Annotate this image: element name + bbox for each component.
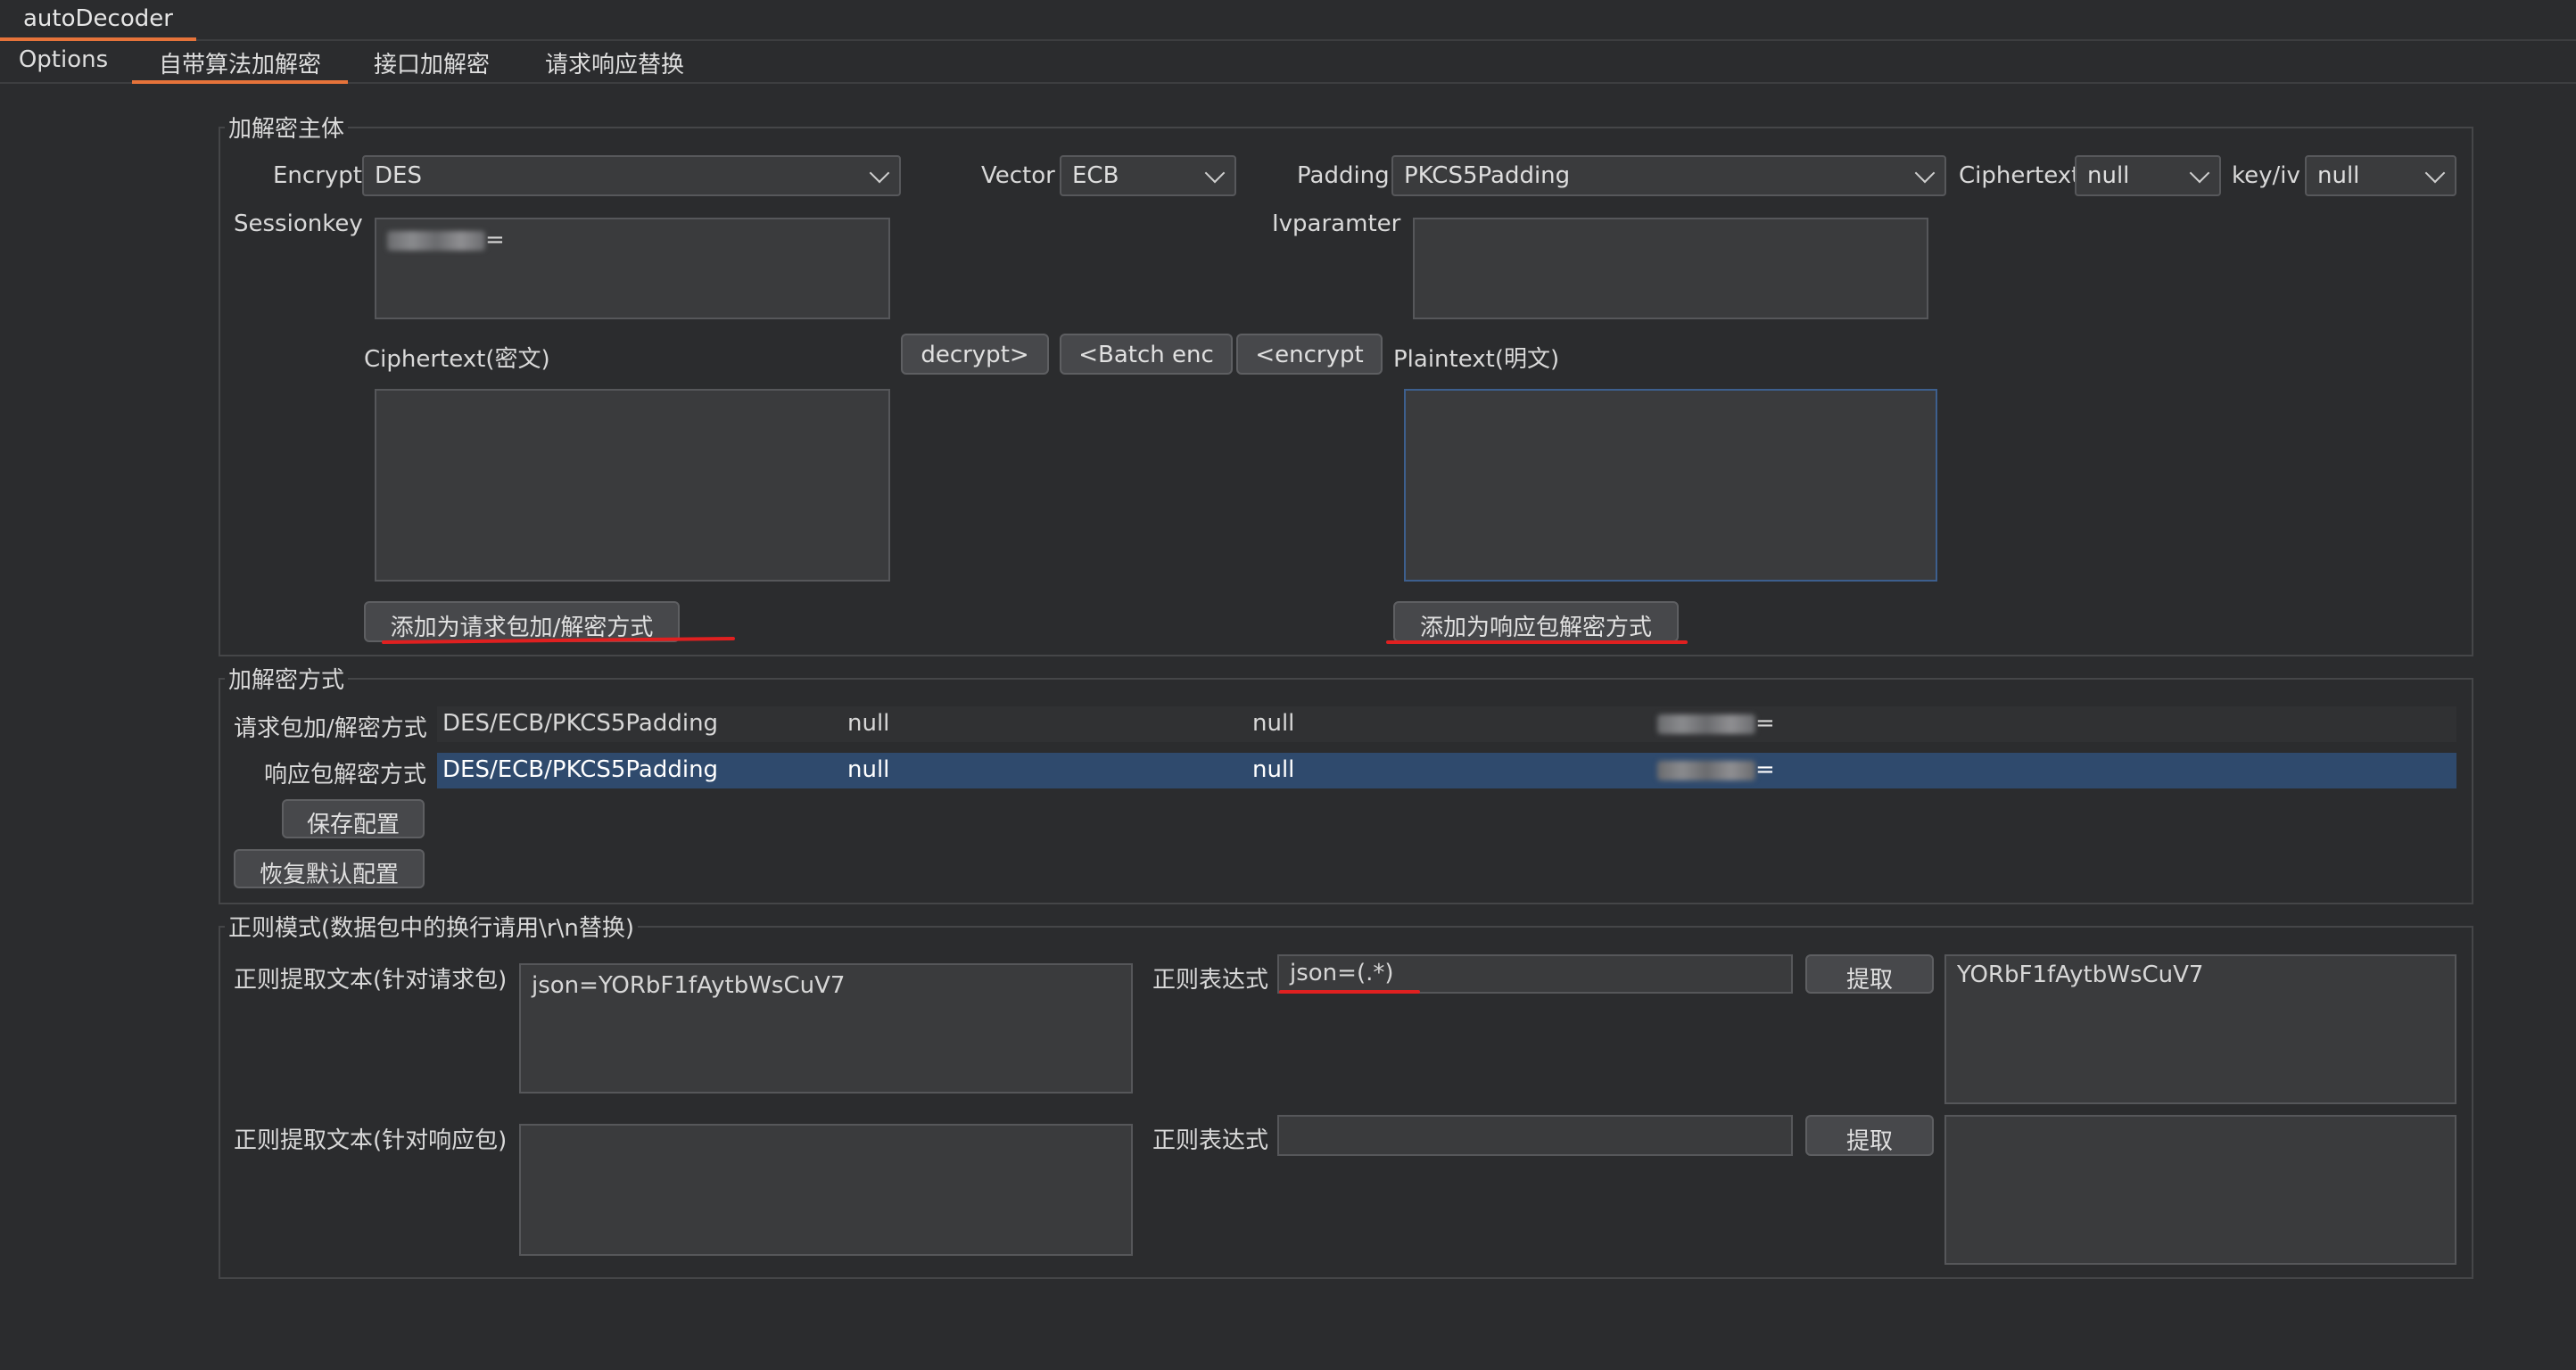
key-cell: = <box>1652 753 2050 788</box>
vector-label: Vector <box>981 162 1055 189</box>
algo-cell: DES/ECB/PKCS5Padding <box>442 710 719 737</box>
chevron-down-icon <box>869 162 890 184</box>
regex-request-expr-label: 正则表达式 <box>1152 967 1269 994</box>
restore-default-button[interactable]: 恢复默认配置 <box>234 849 425 888</box>
regex-request-extract-button[interactable]: 提取 <box>1805 954 1934 994</box>
response-method-label: 响应包解密方式 <box>264 762 427 788</box>
regex-response-text[interactable] <box>519 1124 1133 1256</box>
regex-response-result[interactable] <box>1944 1115 2456 1265</box>
save-config-button[interactable]: 保存配置 <box>282 799 425 838</box>
algo-cell: DES/ECB/PKCS5Padding <box>442 756 719 783</box>
ciphertext-format-value: null <box>2087 162 2130 189</box>
table-row-request[interactable]: DES/ECB/PKCS5Padding null null = <box>437 706 2456 742</box>
chevron-down-icon <box>2189 162 2210 184</box>
padding-select-value: PKCS5Padding <box>1404 162 1571 189</box>
crypto-body-legend: 加解密主体 <box>225 111 349 144</box>
redacted-key <box>1657 714 1755 734</box>
tab-builtin-crypto[interactable]: 自带算法加解密 <box>132 41 348 84</box>
regex-response-expr-label: 正则表达式 <box>1152 1127 1269 1154</box>
key-suffix: = <box>1755 756 1775 783</box>
key-suffix: = <box>1755 710 1775 737</box>
ivparam-input[interactable] <box>1413 218 1928 319</box>
padding-select[interactable]: PKCS5Padding <box>1391 155 1946 196</box>
ciphertext-textarea[interactable] <box>375 389 890 582</box>
chevron-down-icon <box>2424 162 2446 184</box>
param-cell: null <box>847 710 890 737</box>
padding-label: Padding <box>1297 162 1390 189</box>
regex-request-result[interactable]: YORbF1fAytbWsCuV7 <box>1944 954 2456 1104</box>
param-cell: null <box>1252 710 1295 737</box>
regex-request-text[interactable]: json=YORbF1fAytbWsCuV7 <box>519 963 1133 1094</box>
top-tab-bar <box>0 0 2576 41</box>
sessionkey-label: Sessionkey <box>234 210 363 237</box>
batch-enc-button[interactable]: <Batch enc <box>1060 334 1233 375</box>
methods-legend: 加解密方式 <box>225 662 349 695</box>
regex-response-label: 正则提取文本(针对响应包) <box>234 1127 508 1154</box>
annotation-underline <box>1386 640 1688 644</box>
tab-req-resp-replace[interactable]: 请求响应替换 <box>532 41 698 84</box>
tab-options[interactable]: Options <box>0 41 127 84</box>
table-row-response[interactable]: DES/ECB/PKCS5Padding null null = <box>437 753 2456 788</box>
key-cell: = <box>1652 706 2050 742</box>
regex-response-extract-button[interactable]: 提取 <box>1805 1115 1934 1156</box>
ciphertext-format-label: Ciphertext <box>1959 162 2081 189</box>
keyiv-select[interactable]: null <box>2305 155 2456 196</box>
vector-select-value: ECB <box>1072 162 1119 189</box>
tab-autodecoder[interactable]: autoDecoder <box>0 0 196 41</box>
request-method-label: 请求包加/解密方式 <box>234 715 427 742</box>
sessionkey-input[interactable]: = <box>375 218 890 319</box>
decrypt-button[interactable]: decrypt> <box>901 334 1049 375</box>
add-response-method-button[interactable]: 添加为响应包解密方式 <box>1393 601 1679 642</box>
param-cell: null <box>1252 756 1295 783</box>
redacted-key <box>1657 760 1755 780</box>
tab-api-crypto[interactable]: 接口加解密 <box>362 41 501 84</box>
chevron-down-icon <box>1914 162 1936 184</box>
regex-request-expr-input[interactable]: json=(.*) <box>1277 954 1793 994</box>
encrypt-button[interactable]: <encrypt <box>1236 334 1383 375</box>
encrypt-label: Encrypt <box>273 162 362 189</box>
chevron-down-icon <box>1204 162 1226 184</box>
regex-legend: 正则模式(数据包中的换行请用\r\n替换) <box>225 910 638 943</box>
encrypt-select-value: DES <box>375 162 422 189</box>
keyiv-select-value: null <box>2317 162 2360 189</box>
sessionkey-suffix: = <box>485 227 505 253</box>
param-cell: null <box>847 756 890 783</box>
regex-request-label: 正则提取文本(针对请求包) <box>234 967 508 994</box>
add-request-method-button[interactable]: 添加为请求包加/解密方式 <box>364 601 680 642</box>
regex-response-expr-input[interactable] <box>1277 1115 1793 1156</box>
annotation-underline <box>1279 990 1420 994</box>
ciphertext-format-select[interactable]: null <box>2075 155 2221 196</box>
vector-select[interactable]: ECB <box>1060 155 1236 196</box>
ciphertext-area-label: Ciphertext(密文) <box>364 346 550 373</box>
plaintext-textarea[interactable] <box>1404 389 1937 582</box>
redacted-key <box>387 230 485 251</box>
encrypt-select[interactable]: DES <box>362 155 901 196</box>
keyiv-label: key/iv <box>2232 162 2300 189</box>
plaintext-area-label: Plaintext(明文) <box>1393 346 1560 373</box>
ivparam-label: Ivparamter <box>1272 210 1401 237</box>
